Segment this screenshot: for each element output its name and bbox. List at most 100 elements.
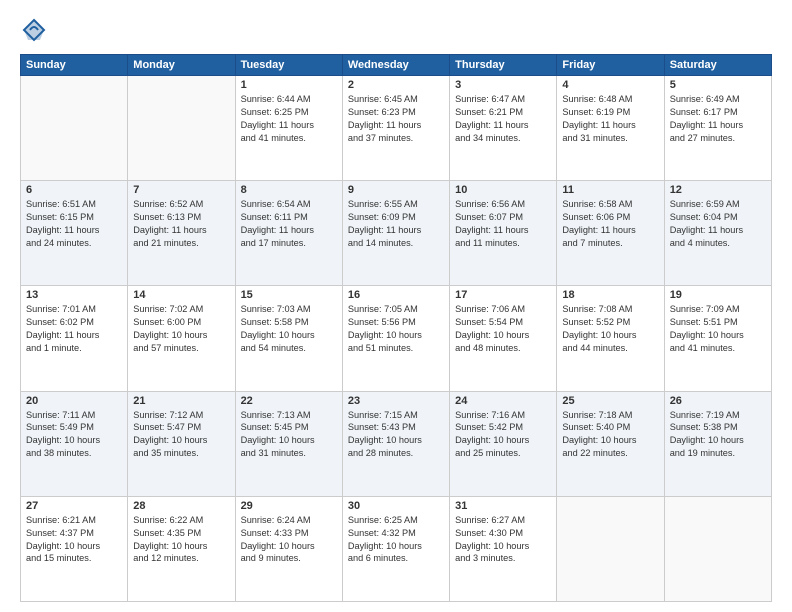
day-number: 2 bbox=[348, 79, 444, 91]
calendar-cell: 23 Sunrise: 7:15 AM Sunset: 5:43 PM Dayli… bbox=[342, 391, 449, 496]
page: SundayMondayTuesdayWednesdayThursdayFrid… bbox=[0, 0, 792, 612]
calendar-cell: 30 Sunrise: 6:25 AM Sunset: 4:32 PM Dayli… bbox=[342, 496, 449, 601]
cell-content: Sunrise: 7:09 AM Sunset: 5:51 PM Dayligh… bbox=[670, 303, 766, 355]
calendar-cell: 21 Sunrise: 7:12 AM Sunset: 5:47 PM Dayli… bbox=[128, 391, 235, 496]
day-number: 17 bbox=[455, 289, 551, 301]
calendar-cell: 4 Sunrise: 6:48 AM Sunset: 6:19 PM Daylig… bbox=[557, 76, 664, 181]
cell-content: Sunrise: 7:12 AM Sunset: 5:47 PM Dayligh… bbox=[133, 409, 229, 461]
calendar-cell: 1 Sunrise: 6:44 AM Sunset: 6:25 PM Daylig… bbox=[235, 76, 342, 181]
weekday-header-row: SundayMondayTuesdayWednesdayThursdayFrid… bbox=[21, 55, 772, 76]
cell-content: Sunrise: 7:13 AM Sunset: 5:45 PM Dayligh… bbox=[241, 409, 337, 461]
cell-content: Sunrise: 6:58 AM Sunset: 6:06 PM Dayligh… bbox=[562, 198, 658, 250]
calendar-cell: 20 Sunrise: 7:11 AM Sunset: 5:49 PM Dayli… bbox=[21, 391, 128, 496]
calendar-cell: 27 Sunrise: 6:21 AM Sunset: 4:37 PM Dayli… bbox=[21, 496, 128, 601]
day-number: 31 bbox=[455, 500, 551, 512]
week-row-3: 20 Sunrise: 7:11 AM Sunset: 5:49 PM Dayli… bbox=[21, 391, 772, 496]
weekday-monday: Monday bbox=[128, 55, 235, 76]
day-number: 21 bbox=[133, 395, 229, 407]
calendar-cell: 22 Sunrise: 7:13 AM Sunset: 5:45 PM Dayli… bbox=[235, 391, 342, 496]
cell-content: Sunrise: 7:19 AM Sunset: 5:38 PM Dayligh… bbox=[670, 409, 766, 461]
calendar-cell bbox=[557, 496, 664, 601]
cell-content: Sunrise: 7:02 AM Sunset: 6:00 PM Dayligh… bbox=[133, 303, 229, 355]
calendar-cell: 7 Sunrise: 6:52 AM Sunset: 6:13 PM Daylig… bbox=[128, 181, 235, 286]
day-number: 10 bbox=[455, 184, 551, 196]
calendar-cell bbox=[664, 496, 771, 601]
cell-content: Sunrise: 7:11 AM Sunset: 5:49 PM Dayligh… bbox=[26, 409, 122, 461]
weekday-wednesday: Wednesday bbox=[342, 55, 449, 76]
weekday-sunday: Sunday bbox=[21, 55, 128, 76]
cell-content: Sunrise: 6:22 AM Sunset: 4:35 PM Dayligh… bbox=[133, 514, 229, 566]
cell-content: Sunrise: 7:06 AM Sunset: 5:54 PM Dayligh… bbox=[455, 303, 551, 355]
day-number: 16 bbox=[348, 289, 444, 301]
cell-content: Sunrise: 6:25 AM Sunset: 4:32 PM Dayligh… bbox=[348, 514, 444, 566]
cell-content: Sunrise: 6:44 AM Sunset: 6:25 PM Dayligh… bbox=[241, 93, 337, 145]
day-number: 23 bbox=[348, 395, 444, 407]
calendar-cell: 14 Sunrise: 7:02 AM Sunset: 6:00 PM Dayli… bbox=[128, 286, 235, 391]
day-number: 22 bbox=[241, 395, 337, 407]
day-number: 29 bbox=[241, 500, 337, 512]
cell-content: Sunrise: 7:08 AM Sunset: 5:52 PM Dayligh… bbox=[562, 303, 658, 355]
calendar-cell: 2 Sunrise: 6:45 AM Sunset: 6:23 PM Daylig… bbox=[342, 76, 449, 181]
calendar-cell: 18 Sunrise: 7:08 AM Sunset: 5:52 PM Dayli… bbox=[557, 286, 664, 391]
cell-content: Sunrise: 6:59 AM Sunset: 6:04 PM Dayligh… bbox=[670, 198, 766, 250]
calendar-cell: 11 Sunrise: 6:58 AM Sunset: 6:06 PM Dayli… bbox=[557, 181, 664, 286]
day-number: 8 bbox=[241, 184, 337, 196]
day-number: 3 bbox=[455, 79, 551, 91]
cell-content: Sunrise: 6:54 AM Sunset: 6:11 PM Dayligh… bbox=[241, 198, 337, 250]
calendar-cell bbox=[21, 76, 128, 181]
weekday-tuesday: Tuesday bbox=[235, 55, 342, 76]
week-row-2: 13 Sunrise: 7:01 AM Sunset: 6:02 PM Dayli… bbox=[21, 286, 772, 391]
header bbox=[20, 16, 772, 44]
cell-content: Sunrise: 6:48 AM Sunset: 6:19 PM Dayligh… bbox=[562, 93, 658, 145]
calendar-cell: 13 Sunrise: 7:01 AM Sunset: 6:02 PM Dayli… bbox=[21, 286, 128, 391]
weekday-thursday: Thursday bbox=[450, 55, 557, 76]
week-row-0: 1 Sunrise: 6:44 AM Sunset: 6:25 PM Daylig… bbox=[21, 76, 772, 181]
day-number: 4 bbox=[562, 79, 658, 91]
day-number: 14 bbox=[133, 289, 229, 301]
day-number: 5 bbox=[670, 79, 766, 91]
calendar-cell: 5 Sunrise: 6:49 AM Sunset: 6:17 PM Daylig… bbox=[664, 76, 771, 181]
day-number: 24 bbox=[455, 395, 551, 407]
cell-content: Sunrise: 6:51 AM Sunset: 6:15 PM Dayligh… bbox=[26, 198, 122, 250]
day-number: 15 bbox=[241, 289, 337, 301]
week-row-4: 27 Sunrise: 6:21 AM Sunset: 4:37 PM Dayli… bbox=[21, 496, 772, 601]
week-row-1: 6 Sunrise: 6:51 AM Sunset: 6:15 PM Daylig… bbox=[21, 181, 772, 286]
day-number: 7 bbox=[133, 184, 229, 196]
day-number: 18 bbox=[562, 289, 658, 301]
calendar-cell: 25 Sunrise: 7:18 AM Sunset: 5:40 PM Dayli… bbox=[557, 391, 664, 496]
cell-content: Sunrise: 6:47 AM Sunset: 6:21 PM Dayligh… bbox=[455, 93, 551, 145]
day-number: 11 bbox=[562, 184, 658, 196]
day-number: 27 bbox=[26, 500, 122, 512]
cell-content: Sunrise: 7:15 AM Sunset: 5:43 PM Dayligh… bbox=[348, 409, 444, 461]
day-number: 6 bbox=[26, 184, 122, 196]
calendar-cell: 8 Sunrise: 6:54 AM Sunset: 6:11 PM Daylig… bbox=[235, 181, 342, 286]
day-number: 9 bbox=[348, 184, 444, 196]
day-number: 20 bbox=[26, 395, 122, 407]
calendar-cell: 28Sunrise: 6:22 AM Sunset: 4:35 PM Dayli… bbox=[128, 496, 235, 601]
cell-content: Sunrise: 6:45 AM Sunset: 6:23 PM Dayligh… bbox=[348, 93, 444, 145]
cell-content: Sunrise: 7:01 AM Sunset: 6:02 PM Dayligh… bbox=[26, 303, 122, 355]
cell-content: Sunrise: 7:03 AM Sunset: 5:58 PM Dayligh… bbox=[241, 303, 337, 355]
logo bbox=[20, 16, 52, 44]
calendar-cell: 24 Sunrise: 7:16 AM Sunset: 5:42 PM Dayli… bbox=[450, 391, 557, 496]
calendar-cell: 12Sunrise: 6:59 AM Sunset: 6:04 PM Dayli… bbox=[664, 181, 771, 286]
cell-content: Sunrise: 6:27 AM Sunset: 4:30 PM Dayligh… bbox=[455, 514, 551, 566]
cell-content: Sunrise: 6:49 AM Sunset: 6:17 PM Dayligh… bbox=[670, 93, 766, 145]
cell-content: Sunrise: 6:21 AM Sunset: 4:37 PM Dayligh… bbox=[26, 514, 122, 566]
day-number: 30 bbox=[348, 500, 444, 512]
day-number: 1 bbox=[241, 79, 337, 91]
cell-content: Sunrise: 7:18 AM Sunset: 5:40 PM Dayligh… bbox=[562, 409, 658, 461]
calendar-cell: 26Sunrise: 7:19 AM Sunset: 5:38 PM Dayli… bbox=[664, 391, 771, 496]
cell-content: Sunrise: 7:16 AM Sunset: 5:42 PM Dayligh… bbox=[455, 409, 551, 461]
cell-content: Sunrise: 7:05 AM Sunset: 5:56 PM Dayligh… bbox=[348, 303, 444, 355]
calendar-cell: 10Sunrise: 6:56 AM Sunset: 6:07 PM Dayli… bbox=[450, 181, 557, 286]
calendar-cell: 19Sunrise: 7:09 AM Sunset: 5:51 PM Dayli… bbox=[664, 286, 771, 391]
calendar-cell: 9Sunrise: 6:55 AM Sunset: 6:09 PM Daylig… bbox=[342, 181, 449, 286]
cell-content: Sunrise: 6:52 AM Sunset: 6:13 PM Dayligh… bbox=[133, 198, 229, 250]
calendar-cell: 29Sunrise: 6:24 AM Sunset: 4:33 PM Dayli… bbox=[235, 496, 342, 601]
day-number: 13 bbox=[26, 289, 122, 301]
calendar-cell: 3 Sunrise: 6:47 AM Sunset: 6:21 PM Daylig… bbox=[450, 76, 557, 181]
day-number: 25 bbox=[562, 395, 658, 407]
calendar-cell: 15 Sunrise: 7:03 AM Sunset: 5:58 PM Dayli… bbox=[235, 286, 342, 391]
weekday-friday: Friday bbox=[557, 55, 664, 76]
